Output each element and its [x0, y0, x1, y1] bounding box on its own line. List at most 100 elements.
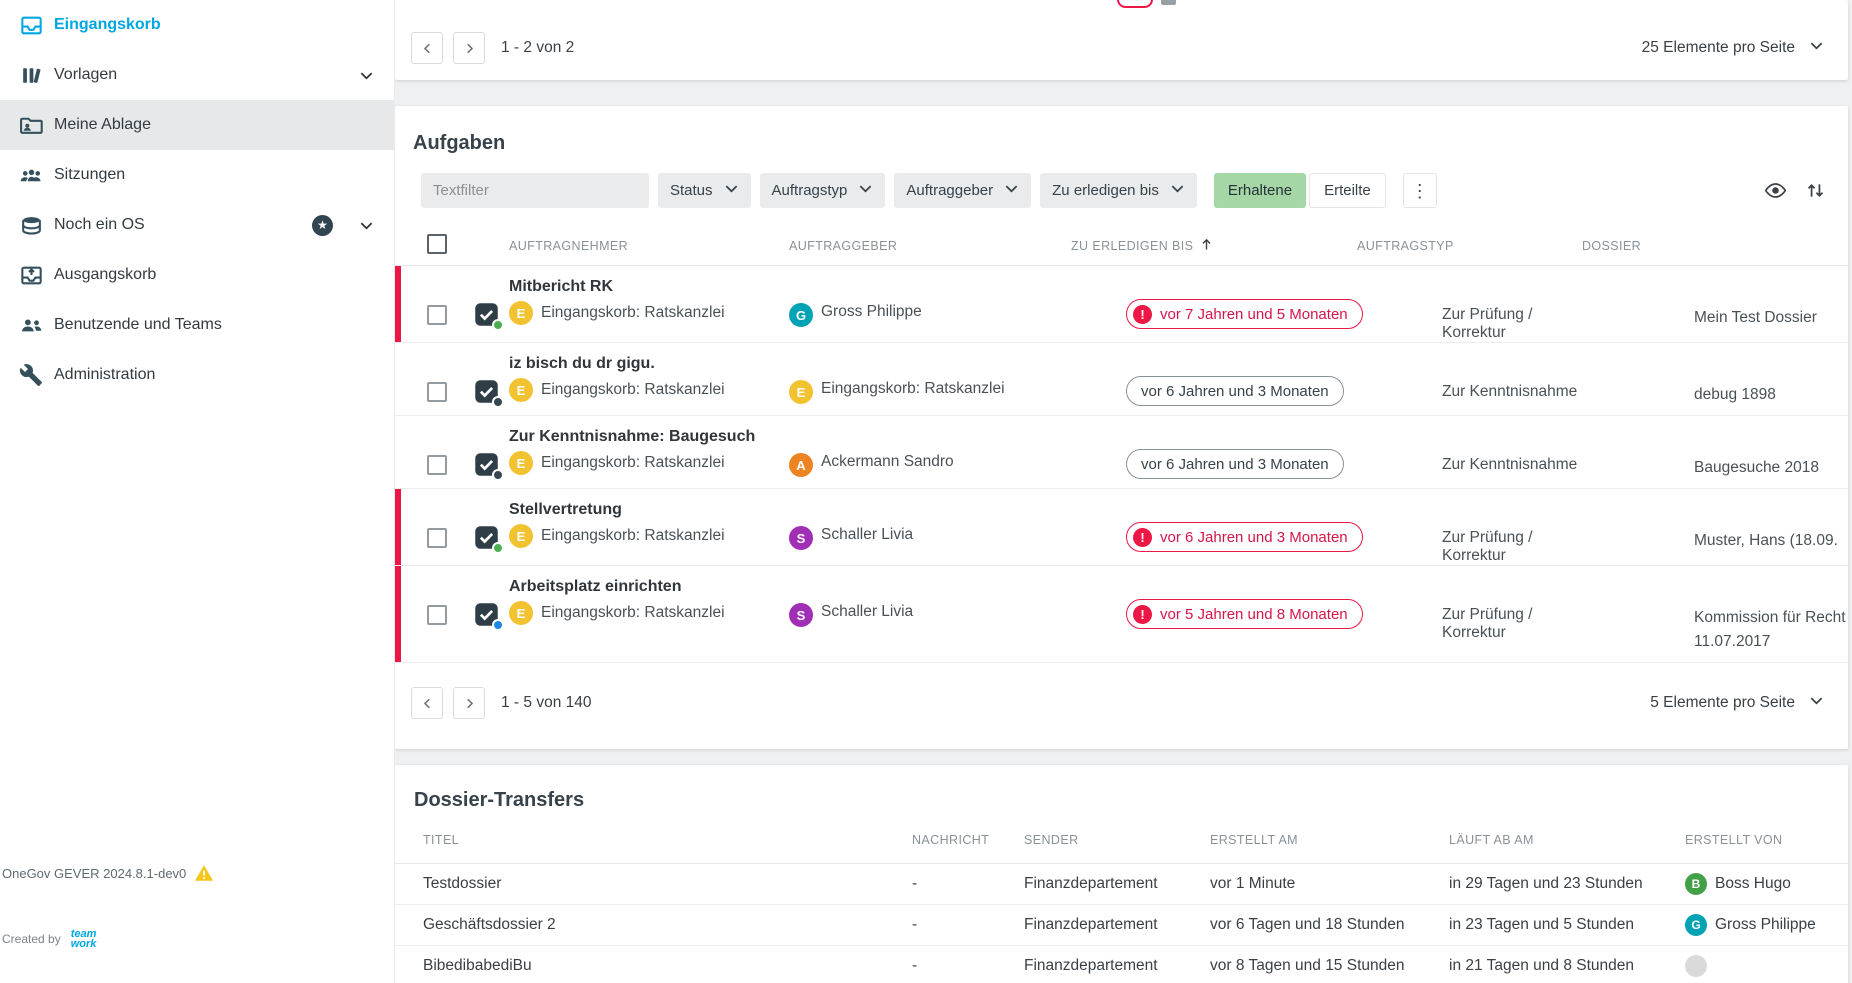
task-state-icon [473, 451, 500, 478]
row-checkbox[interactable] [427, 305, 447, 325]
chevron-down-icon [856, 179, 875, 202]
filter-dropdown-auftragstyp[interactable]: Auftragstyp [760, 173, 886, 208]
task-title[interactable]: Mitbericht RK [509, 278, 789, 296]
column-auftragnehmer[interactable]: AUFTRAGNEHMER [509, 239, 789, 253]
auftragnehmer-avatar: E [509, 378, 533, 402]
auftragnehmer-label: Eingangskorb: Ratskanzlei [541, 381, 725, 399]
text-filter-input[interactable] [421, 173, 649, 208]
visibility-icon[interactable] [1764, 179, 1787, 202]
per-page-select[interactable]: 5 Elemente pro Seite [1650, 691, 1826, 715]
due-label: vor 6 Jahren und 3 Monaten [1160, 529, 1348, 546]
row-checkbox[interactable] [427, 605, 447, 625]
task-status-dot [492, 619, 504, 631]
transfer-nachricht: - [912, 916, 1024, 934]
next-page-button[interactable] [453, 687, 485, 719]
templates-icon [18, 62, 44, 88]
sidebar-item-vorlagen[interactable]: Vorlagen ★ [0, 50, 394, 100]
table-row[interactable]: Arbeitsplatz einrichten E Eingangskorb: … [395, 566, 1848, 663]
users-icon [18, 312, 44, 338]
due-badge: ! vor 6 Jahren und 3 Monaten [1126, 522, 1363, 552]
sidebar-item-noch-ein-os[interactable]: Noch ein OS ★ [0, 200, 394, 250]
row-checkbox[interactable] [427, 455, 447, 475]
sidebar-item-meine-ablage[interactable]: Meine Ablage ★ [0, 100, 394, 150]
auftraggeber-avatar: G [789, 303, 813, 327]
transfer-erstellt-von-label: Gross Philippe [1715, 916, 1816, 934]
teamwork-logo[interactable]: team work [71, 929, 97, 949]
task-state-icon [473, 601, 500, 628]
dossier-cell: Muster, Hans (18.09. [1582, 489, 1848, 565]
transfer-titel[interactable]: Geschäftsdossier 2 [423, 916, 912, 934]
transfers-table-header: TITEL NACHRICHT SENDER ERSTELLT AM LÄUFT… [395, 816, 1848, 864]
sidebar-item-eingangskorb[interactable]: Eingangskorb ★ [0, 0, 394, 50]
task-status-dot [492, 319, 504, 331]
transfers-title: Dossier-Transfers [395, 765, 1848, 812]
task-title[interactable]: Zur Kenntnisnahme: Baugesuch [509, 428, 789, 446]
row-checkbox[interactable] [427, 382, 447, 402]
select-all-checkbox[interactable] [427, 234, 447, 254]
auftragnehmer-cell: Arbeitsplatz einrichten E Eingangskorb: … [509, 566, 789, 662]
dossier-cell: debug 1898 [1582, 343, 1848, 415]
folder-user-icon [18, 112, 44, 138]
auftraggeber-label: Gross Philippe [821, 303, 922, 321]
transfers-card: Dossier-Transfers TITEL NACHRICHT SENDER… [395, 765, 1848, 983]
sidebar-item-administration[interactable]: Administration ★ [0, 350, 394, 400]
sidebar-item-sitzungen[interactable]: Sitzungen ★ [0, 150, 394, 200]
task-title[interactable]: Arbeitsplatz einrichten [509, 578, 789, 596]
table-row[interactable]: Zur Kenntnisnahme: Baugesuch E Eingangsk… [395, 416, 1848, 489]
filter-dropdown-auftraggeber[interactable]: Auftraggeber [894, 173, 1031, 208]
received-tasks-toggle[interactable]: Erhaltene [1214, 173, 1306, 208]
task-title[interactable]: iz bisch du dr gigu. [509, 355, 789, 373]
table-row[interactable]: Geschäftsdossier 2 - Finanzdepartement v… [395, 905, 1848, 946]
dossier-cell: Kommission für Recht11.07.2017 [1582, 566, 1848, 662]
auftraggeber-cell: G Gross Philippe [789, 266, 1071, 342]
sidebar-item-label: Administration [54, 366, 155, 384]
dossier-cell: Mein Test Dossier [1582, 266, 1848, 342]
auftraggeber-label: Schaller Livia [821, 603, 913, 621]
main-content: 1 - 2 von 2 25 Elemente pro Seite Aufgab… [395, 0, 1852, 983]
due-label: vor 7 Jahren und 5 Monaten [1160, 306, 1348, 323]
row-checkbox[interactable] [427, 528, 447, 548]
auftragstyp-label: Zur Kenntnisnahme [1357, 343, 1582, 415]
sidebar-item-benutzende-und-teams[interactable]: Benutzende und Teams ★ [0, 300, 394, 350]
filter-dropdown-zu-erledigen-bis[interactable]: Zu erledigen bis [1040, 173, 1197, 208]
next-page-button[interactable] [453, 32, 485, 64]
column-auftraggeber[interactable]: AUFTRAGGEBER [789, 239, 1071, 253]
table-row[interactable]: BibedibabediBu - Finanzdepartement vor 8… [395, 946, 1848, 983]
auftragnehmer-label: Eingangskorb: Ratskanzlei [541, 454, 725, 472]
warning-icon[interactable] [194, 864, 214, 882]
transfer-titel[interactable]: Testdossier [423, 875, 912, 893]
table-row[interactable]: iz bisch du dr gigu. E Eingangskorb: Rat… [395, 343, 1848, 416]
prev-page-button[interactable] [411, 32, 443, 64]
sidebar-footer: OneGov GEVER 2024.8.1-dev0 Created by te… [2, 864, 214, 949]
transfer-laeuft-ab-am: in 23 Tagen und 5 Stunden [1449, 916, 1685, 934]
auftragstyp-label: Zur Prüfung / Korrektur [1357, 266, 1582, 342]
column-dossier[interactable]: DOSSIER [1582, 239, 1848, 253]
task-title[interactable]: Stellvertretung [509, 501, 789, 519]
sort-direction-icon[interactable] [1805, 180, 1826, 201]
sidebar-item-ausgangskorb[interactable]: Ausgangskorb ★ [0, 250, 394, 300]
column-auftragstyp[interactable]: AUFTRAGSTYP [1357, 239, 1582, 253]
filter-dropdown-status[interactable]: Status [658, 173, 751, 208]
issued-tasks-toggle[interactable]: Erteilte [1309, 173, 1386, 208]
transfer-erstellt-am: vor 6 Tagen und 18 Stunden [1210, 916, 1449, 934]
due-badge: ! vor 6 Jahren und 3 Monaten [1126, 376, 1344, 406]
auftragnehmer-cell: Mitbericht RK E Eingangskorb: Ratskanzle… [509, 266, 789, 342]
table-row[interactable]: Mitbericht RK E Eingangskorb: Ratskanzle… [395, 266, 1848, 343]
chevron-down-icon[interactable] [357, 66, 376, 85]
prev-page-button[interactable] [411, 687, 443, 719]
more-actions-button[interactable]: ⋮ [1403, 173, 1437, 208]
auftraggeber-cell: A Ackermann Sandro [789, 416, 1071, 488]
table-row[interactable]: Stellvertretung E Eingangskorb: Ratskanz… [395, 489, 1848, 566]
pagination-range: 1 - 5 von 140 [501, 694, 591, 712]
due-label: vor 6 Jahren und 3 Monaten [1141, 456, 1329, 473]
meeting-icon [18, 162, 44, 188]
transfer-titel[interactable]: BibedibabediBu [423, 957, 912, 975]
documents-pagination-card: 1 - 2 von 2 25 Elemente pro Seite [395, 0, 1848, 80]
auftragnehmer-avatar: E [509, 301, 533, 325]
table-row[interactable]: Testdossier - Finanzdepartement vor 1 Mi… [395, 864, 1848, 905]
column-zu-erledigen-bis[interactable]: ZU ERLEDIGEN BIS [1071, 236, 1357, 256]
due-badge: ! vor 5 Jahren und 8 Monaten [1126, 599, 1363, 629]
task-state-icon [473, 524, 500, 551]
chevron-down-icon[interactable] [357, 216, 376, 235]
per-page-select[interactable]: 25 Elemente pro Seite [1642, 36, 1826, 60]
